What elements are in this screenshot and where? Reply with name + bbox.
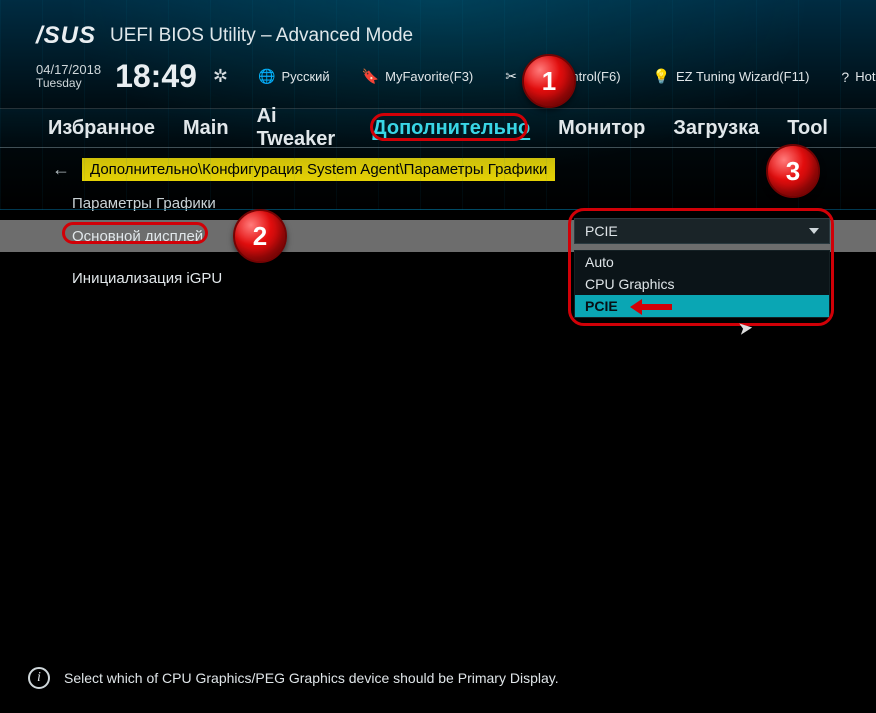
fan-icon: ✂ (505, 68, 517, 85)
setting-primary-display-label: Основной дисплей (72, 228, 556, 245)
globe-icon: 🌐 (258, 68, 275, 85)
day-text: Tuesday (36, 77, 101, 90)
gear-icon[interactable]: ✲ (213, 66, 228, 87)
footer-hint-text: Select which of CPU Graphics/PEG Graphic… (64, 670, 559, 686)
dropdown-selected[interactable]: PCIE (574, 218, 830, 244)
myfavorite-button[interactable]: 🔖 MyFavorite(F3) (356, 68, 480, 85)
primary-display-dropdown: PCIE Auto CPU Graphics PCIE (574, 218, 830, 318)
dropdown-list: Auto CPU Graphics PCIE (574, 250, 830, 318)
language-label: Русский (281, 69, 329, 84)
clock-time: 18:49 (111, 58, 203, 95)
app-title: UEFI BIOS Utility – Advanced Mode (110, 25, 413, 47)
myfavorite-label: MyFavorite(F3) (385, 69, 473, 84)
dropdown-option-pcie[interactable]: PCIE (575, 295, 829, 317)
tuning-label: EZ Tuning Wizard(F11) (676, 69, 809, 84)
annotation-badge-1: 1 (522, 54, 576, 108)
setting-igpu-label: Инициализация iGPU (72, 270, 556, 287)
bulb-icon: 💡 (653, 68, 670, 85)
info-icon: i (28, 667, 50, 689)
hotkeys-label: Hot Keys (855, 69, 876, 84)
info-row: 04/17/2018 Tuesday 18:49 ✲ 🌐 Русский 🔖 M… (36, 58, 840, 95)
header: /SUS UEFI BIOS Utility – Advanced Mode 0… (0, 0, 876, 108)
dropdown-option-cpu-graphics[interactable]: CPU Graphics (575, 273, 829, 295)
chevron-down-icon (809, 228, 819, 234)
date-text: 04/17/2018 (36, 63, 101, 77)
brand-logo: /SUS (36, 22, 96, 50)
nav-tab-tool[interactable]: Tool (787, 117, 828, 140)
tuning-wizard-button[interactable]: 💡 EZ Tuning Wizard(F11) (647, 68, 816, 85)
hotkeys-button[interactable]: ? Hot Keys (835, 69, 876, 85)
footer: i Select which of CPU Graphics/PEG Graph… (28, 667, 559, 689)
bookmark-icon: 🔖 (362, 68, 379, 85)
nav-tab-favorite[interactable]: Избранное (48, 117, 155, 140)
annotation-badge-3: 3 (766, 144, 820, 198)
cursor-icon: ➤ (737, 317, 755, 340)
dropdown-option-auto[interactable]: Auto (575, 251, 829, 273)
question-icon: ? (841, 69, 849, 85)
dropdown-selected-value: PCIE (585, 223, 618, 239)
nav-tab-monitor[interactable]: Монитор (558, 117, 645, 140)
nav-tab-advanced[interactable]: Дополнительно (372, 117, 530, 140)
date-block: 04/17/2018 Tuesday (36, 63, 101, 90)
language-button[interactable]: 🌐 Русский (252, 68, 336, 85)
nav-tab-boot[interactable]: Загрузка (673, 117, 759, 140)
main-nav: Избранное Main Ai Tweaker Дополнительно … (0, 108, 876, 148)
annotation-badge-2: 2 (233, 209, 287, 263)
nav-tab-main[interactable]: Main (183, 117, 229, 140)
nav-tab-aitweaker[interactable]: Ai Tweaker (257, 105, 345, 151)
